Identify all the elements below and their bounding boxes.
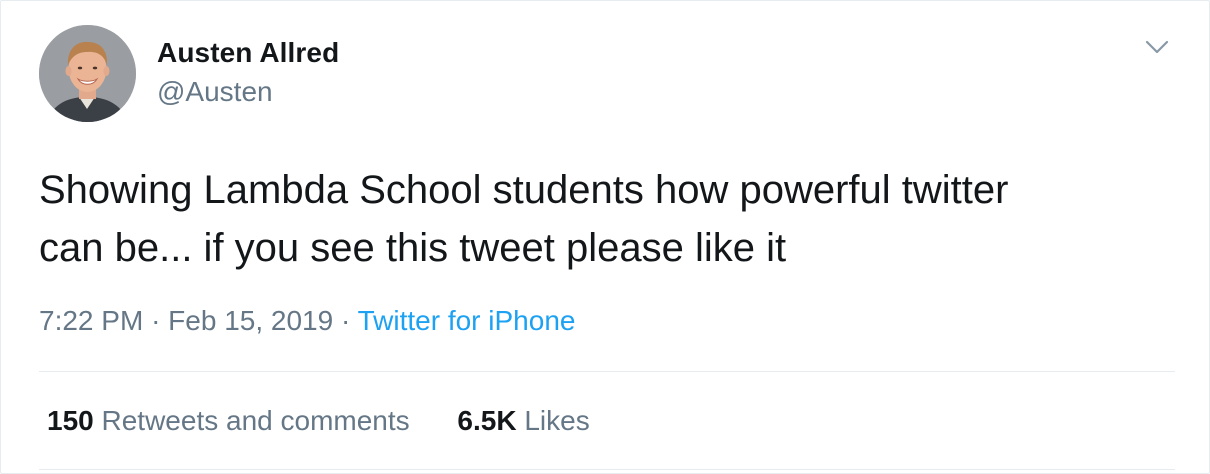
likes-stat[interactable]: 6.5K Likes — [457, 405, 589, 437]
meta-separator: · — [151, 305, 161, 336]
tweet-card: Austen Allred @Austen Showing Lambda Sch… — [0, 0, 1210, 474]
tweet-date[interactable]: Feb 15, 2019 — [168, 305, 333, 336]
author-handle[interactable]: @Austen — [157, 76, 273, 108]
meta-separator: · — [340, 305, 351, 336]
divider — [39, 371, 1175, 372]
retweets-stat[interactable]: 150 Retweets and comments — [47, 405, 410, 437]
likes-label: Likes — [524, 405, 590, 436]
tweet-text-line: can be... if you see this tweet please l… — [39, 226, 787, 270]
retweets-count: 150 — [47, 405, 94, 436]
tweet-source-link[interactable]: Twitter for iPhone — [358, 305, 576, 336]
avatar[interactable] — [39, 25, 136, 122]
tweet-meta: 7:22 PM · Feb 15, 2019 · Twitter for iPh… — [39, 305, 575, 337]
chevron-down-icon[interactable] — [1142, 37, 1172, 57]
divider — [39, 469, 1175, 470]
tweet-text: Showing Lambda School students how power… — [39, 161, 1179, 277]
likes-count: 6.5K — [457, 405, 517, 436]
tweet-text-line: Showing Lambda School students how power… — [39, 168, 1009, 212]
tweet-time[interactable]: 7:22 PM — [39, 305, 143, 336]
tweet-stats: 150 Retweets and comments 6.5K Likes — [47, 405, 590, 437]
author-name[interactable]: Austen Allred — [157, 37, 339, 69]
avatar-photo — [39, 25, 136, 122]
retweets-label: Retweets and comments — [101, 405, 410, 436]
